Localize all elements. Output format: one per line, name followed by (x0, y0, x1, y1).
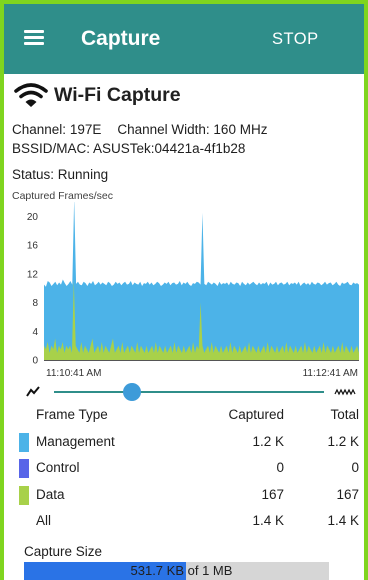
capture-size-text: 531.7 KB of 1 MB (24, 563, 329, 578)
header-total: Total (330, 407, 359, 422)
frame-type-table: Frame Type Captured Total Management 1.2… (4, 402, 364, 535)
y-tick-label: 20 (27, 212, 39, 223)
row-captured: 167 (261, 486, 284, 502)
app-screen: Capture STOP Wi-Fi Capture Channel: 197E… (4, 4, 364, 580)
capture-size-value: 531.7 KB (130, 563, 185, 578)
capture-size-bar: 531.7 KB of 1 MB (24, 562, 329, 580)
slider-track[interactable] (54, 391, 324, 393)
table-row-data: Data 167 167 (4, 482, 364, 509)
frames-chart: 0 4 8 12 16 20 11:10:41 AM 11:12:41 AM (27, 202, 359, 379)
channel-width-value: 160 MHz (213, 122, 268, 137)
time-range-slider (4, 382, 364, 404)
x-start-label: 11:10:41 AM (46, 368, 101, 379)
hamburger-menu-icon[interactable] (24, 28, 44, 46)
wifi-icon (14, 83, 48, 107)
capture-size-max: of 1 MB (187, 563, 233, 578)
header-captured: Captured (228, 407, 284, 422)
status-info-line: Status: Running (12, 167, 108, 182)
header-frame-type: Frame Type (36, 407, 108, 422)
channel-value: 197E (69, 122, 102, 137)
y-tick-label: 12 (27, 269, 39, 280)
table-header-row: Frame Type Captured Total (4, 402, 364, 429)
control-color-swatch (19, 459, 29, 478)
channel-label: Channel: (12, 122, 67, 137)
status-value: Running (57, 167, 109, 182)
y-tick-label: 16 (27, 241, 39, 252)
zoom-out-icon[interactable] (26, 386, 40, 398)
bssid-label: BSSID/MAC: (12, 141, 91, 156)
x-end-label: 11:12:41 AM (303, 368, 358, 379)
row-captured: 0 (276, 460, 284, 475)
y-tick-label: 4 (32, 327, 38, 338)
channel-info-line: Channel: 197E Channel Width: 160 MHz (12, 122, 267, 137)
app-bar: Capture STOP (4, 4, 364, 74)
row-captured: 1.2 K (252, 433, 284, 449)
status-label: Status: (12, 167, 55, 182)
y-tick-label: 8 (32, 298, 38, 309)
y-tick-label: 0 (32, 356, 38, 367)
table-row-control: Control 0 0 (4, 455, 364, 482)
table-row-all: All 1.4 K 1.4 K (4, 508, 364, 535)
app-bar-title: Capture (81, 27, 161, 50)
row-type: Management (36, 433, 115, 449)
row-type: Control (36, 460, 80, 475)
stop-button[interactable]: STOP (272, 30, 319, 49)
row-captured: 1.4 K (252, 513, 284, 528)
row-type: Data (36, 486, 65, 502)
chart-title: Captured Frames/sec (12, 190, 113, 202)
table-row-management: Management 1.2 K 1.2 K (4, 429, 364, 456)
management-color-swatch (19, 432, 29, 452)
capture-size-label: Capture Size (24, 544, 103, 559)
zoom-in-icon[interactable] (334, 387, 356, 397)
row-type: All (36, 513, 52, 528)
row-total: 1.2 K (327, 433, 359, 449)
page-title: Wi-Fi Capture (54, 84, 181, 106)
channel-width-label: Channel Width: (117, 122, 210, 137)
bssid-value: ASUSTek:04421a-4f1b28 (93, 141, 246, 156)
slider-thumb[interactable] (123, 383, 142, 401)
row-total: 0 (351, 460, 359, 475)
row-total: 1.4 K (327, 513, 359, 528)
bssid-info-line: BSSID/MAC: ASUSTek:04421a-4f1b28 (12, 141, 245, 156)
data-color-swatch (19, 485, 29, 505)
row-total: 167 (336, 486, 359, 502)
